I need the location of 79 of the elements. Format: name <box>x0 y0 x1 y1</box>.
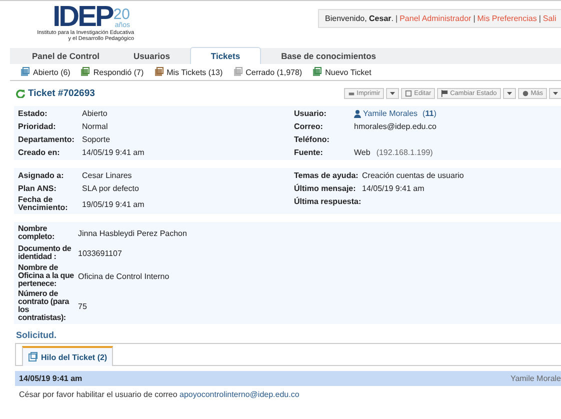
field-label: Último mensaje: <box>294 184 357 194</box>
field-value: 14/05/19 9:41 am <box>362 184 424 193</box>
entry-author: Yamile Morale <box>510 374 561 383</box>
action-icon <box>405 90 412 96</box>
field-value: Web <box>354 148 370 157</box>
subnav-link[interactable]: Cerrado (1,978) <box>232 67 302 77</box>
field-label: Creado en: <box>18 148 61 157</box>
ticket-icon <box>28 352 38 362</box>
caret-icon <box>506 92 512 94</box>
field-label: Nombre completo: <box>18 224 56 242</box>
field-label: Correo: <box>294 122 324 131</box>
email-link[interactable]: apoyocontrolinterno@idep.edu.co <box>180 390 300 399</box>
field-value: Cesar Linares <box>82 171 132 180</box>
field-value: 75 <box>78 302 87 310</box>
ticket-count: (11) <box>422 109 436 118</box>
dropdown-button[interactable] <box>502 88 516 98</box>
nav-tab[interactable]: Base de conocimientos <box>267 48 390 64</box>
field-label: Documento de identidad : <box>18 244 72 262</box>
dropdown-button[interactable] <box>549 88 561 98</box>
action-icon <box>522 90 529 96</box>
subnav-link[interactable]: Respondió (7) <box>80 67 144 77</box>
field-value: Creación cuentas de usuario <box>362 171 464 180</box>
ticket-icon <box>232 67 243 77</box>
separator: | <box>538 14 541 23</box>
nav-tab[interactable]: Tickets <box>190 47 262 64</box>
field-label: Última respuesta: <box>294 196 362 206</box>
separator: | <box>396 14 398 23</box>
ticket-title: Ticket #702693 <box>16 88 95 98</box>
dropdown-button[interactable] <box>386 88 400 98</box>
user-link[interactable]: Yamile Morales <box>363 109 418 118</box>
ticket-icon <box>20 67 30 77</box>
thread-tab[interactable]: Hilo del Ticket (2) <box>22 346 114 366</box>
ticket-icon <box>312 67 322 77</box>
header-link[interactable]: Mis Preferencias <box>477 14 537 23</box>
field-label: Nombre de Oficina a la que pertenece: <box>18 263 75 289</box>
field-value: SLA por defecto <box>82 184 139 193</box>
field-label: Usuario: <box>294 109 328 118</box>
field-value: 19/05/19 9:41 am <box>82 200 144 208</box>
field-value: Soporte <box>82 135 110 144</box>
nav-tab[interactable]: Usuarios <box>120 48 184 64</box>
nav-tab[interactable]: Panel de Control <box>18 48 114 64</box>
field-label: Plan ANS: <box>18 184 58 194</box>
field-value: Abierto <box>82 109 108 118</box>
field-label: Asignado a: <box>18 170 65 180</box>
field-value: Oficina de Control Interno <box>78 272 170 280</box>
ticket-icon <box>154 67 164 77</box>
logo-name: IDEP <box>52 4 112 30</box>
entry-date: 14/05/19 9:41 am <box>19 374 82 383</box>
header-link[interactable]: Panel Administrador <box>400 14 472 23</box>
entry-message: César por favor habilitar el usuario de correo apoyocontrolinterno@idep.edu.co <box>19 390 300 399</box>
logo-years: 20 <box>113 7 130 22</box>
welcome-text: Bienvenido, Cesar. <box>325 14 394 23</box>
ticket-icon <box>80 67 90 77</box>
section-title: Solicitud. <box>16 330 58 340</box>
user-icon <box>354 110 361 118</box>
field-label: Prioridad: <box>18 122 57 131</box>
caret-icon <box>553 92 558 94</box>
field-value: 1033691107 <box>78 248 122 258</box>
field-label: Fuente: <box>294 148 324 157</box>
header-link[interactable]: Sali <box>542 14 556 23</box>
field-label: Teléfono: <box>294 135 330 144</box>
caret-icon <box>390 92 396 94</box>
action-icon <box>441 90 448 96</box>
refresh-icon[interactable] <box>16 88 25 98</box>
field-value: 14/05/19 9:41 am <box>82 148 144 157</box>
ip-address: (192.168.1.199) <box>376 148 433 157</box>
subnav-link[interactable]: Abierto (6) <box>20 67 70 77</box>
field-label: Temas de ayuda: <box>294 170 360 180</box>
field-label: Departamento: <box>18 135 76 144</box>
subnav-link[interactable]: Nuevo Ticket <box>312 67 372 77</box>
separator: | <box>473 14 476 23</box>
field-label: Número de contrato (para los contratistas): <box>18 289 70 323</box>
field-value: Jinna Hasbleydi Perez Pachon <box>78 228 187 238</box>
field-label: Fecha de Vencimiento: <box>18 195 69 213</box>
field-label: Estado: <box>18 109 48 118</box>
action-icon <box>348 90 355 96</box>
subnav-link[interactable]: Mis Tickets (13) <box>154 67 223 77</box>
field-value: hmorales@idep.edu.co <box>354 122 436 131</box>
field-value: Normal <box>82 122 108 131</box>
